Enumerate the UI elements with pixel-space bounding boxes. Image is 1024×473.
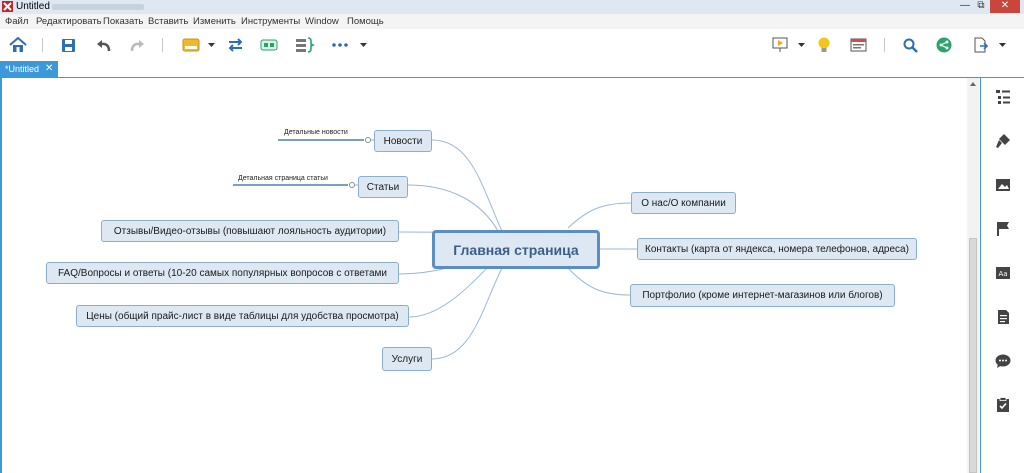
topic-portfolio[interactable]: Портфолио (кроме интернет-магазинов или … [630, 284, 895, 307]
image-icon[interactable] [993, 175, 1013, 195]
topic-faq[interactable]: FAQ/Вопросы и ответы (10-20 самых популя… [46, 262, 399, 284]
brainstorm-icon[interactable] [814, 29, 834, 61]
share-icon[interactable] [934, 29, 954, 61]
redo-icon[interactable] [127, 29, 147, 61]
tab-close-icon[interactable]: ✕ [45, 61, 53, 77]
menu-modify[interactable]: Изменить [193, 14, 236, 29]
presentation-dropdown-icon[interactable] [796, 29, 806, 61]
outline-view-icon[interactable] [848, 29, 868, 61]
menu-view[interactable]: Показать [103, 14, 143, 29]
topic-style-icon[interactable] [180, 29, 202, 61]
scroll-up-icon[interactable] [970, 82, 976, 86]
close-button[interactable]: ✕ [990, 0, 1020, 13]
home-icon[interactable] [8, 29, 28, 61]
relationship-icon[interactable] [225, 29, 245, 61]
window-title: Untitled [16, 1, 50, 12]
menu-help[interactable]: Помощь [347, 14, 384, 29]
svg-text:Aa: Aa [998, 270, 1007, 278]
more-icon[interactable] [330, 29, 350, 61]
undo-icon[interactable] [93, 29, 113, 61]
comment-icon[interactable] [993, 351, 1013, 371]
title-blur [52, 4, 144, 10]
subtopic-detailed-article[interactable]: Детальная страница статьи [238, 175, 328, 182]
topic-prices[interactable]: Цены (общий прайс-лист в виде таблицы дл… [76, 305, 409, 327]
summary-icon[interactable] [293, 29, 317, 61]
vertical-scrollbar[interactable] [967, 78, 979, 473]
menu-edit[interactable]: Редактировать [36, 14, 102, 29]
topic-articles[interactable]: Статьи [358, 176, 408, 198]
boundary-icon[interactable] [259, 29, 279, 61]
presentation-icon[interactable] [770, 29, 790, 61]
more-dropdown-icon[interactable] [358, 29, 368, 61]
central-topic[interactable]: Главная страница [432, 230, 600, 269]
scroll-thumb[interactable] [969, 238, 977, 473]
maximize-button[interactable]: ⧉ [973, 0, 989, 13]
export-icon[interactable] [970, 29, 990, 61]
topic-services[interactable]: Услуги [382, 347, 432, 371]
subtopic-detailed-news[interactable]: Детальные новости [284, 129, 348, 136]
menu-insert[interactable]: Вставить [148, 14, 188, 29]
mindmap-canvas[interactable]: Детальные новости Детальная страница ста… [0, 78, 980, 473]
task-icon[interactable] [993, 395, 1013, 415]
outliner-icon[interactable] [993, 87, 1013, 107]
tab-strip [0, 61, 1024, 79]
save-icon[interactable] [58, 29, 78, 61]
app-logo-icon [2, 1, 13, 12]
menu-file[interactable]: Файл [5, 14, 28, 29]
topic-reviews[interactable]: Отзывы/Видео-отзывы (повышают лояльность… [101, 220, 399, 242]
menu-window[interactable]: Window [305, 14, 339, 29]
search-icon[interactable] [900, 29, 920, 61]
format-brush-icon[interactable] [993, 131, 1013, 151]
marker-flag-icon[interactable] [993, 219, 1013, 239]
menu-bar: Файл Редактировать Показать Вставить Изм… [0, 14, 1024, 29]
export-dropdown-icon[interactable] [997, 29, 1007, 61]
menu-tools[interactable]: Инструменты [241, 14, 300, 29]
notes-icon[interactable] [993, 307, 1013, 327]
right-panel: Aa [980, 78, 1024, 473]
text-style-icon[interactable]: Aa [993, 263, 1013, 283]
topic-about[interactable]: О нас/О компании [631, 192, 736, 214]
topic-contacts[interactable]: Контакты (карта от яндекса, номера телеф… [637, 238, 917, 260]
topic-news[interactable]: Новости [374, 130, 432, 152]
minimize-button[interactable]: — [957, 0, 973, 13]
toolbar [0, 29, 1024, 61]
tab-untitled[interactable]: *Untitled ✕ [0, 61, 58, 77]
topic-dropdown-icon[interactable] [206, 29, 216, 61]
tab-label: *Untitled [5, 64, 40, 74]
title-bar: Untitled — ⧉ ✕ [0, 0, 1024, 15]
